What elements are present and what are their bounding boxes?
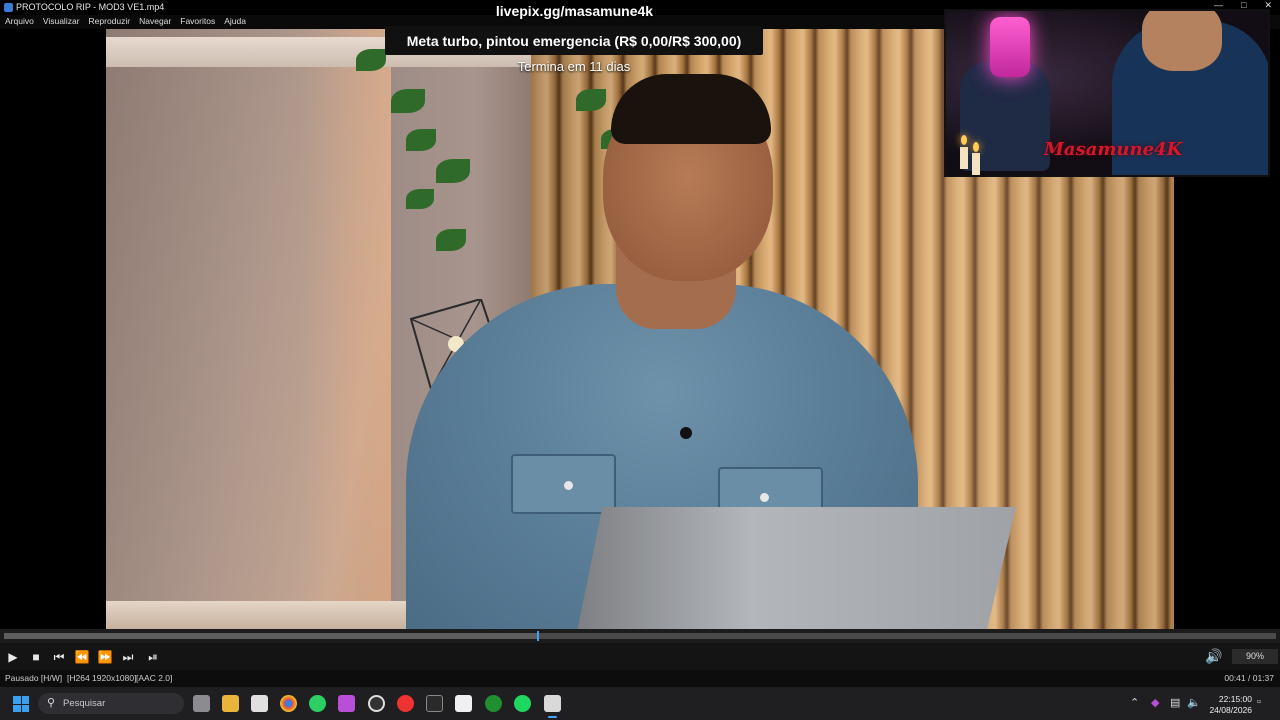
taskbar-search[interactable]: ⚲ Pesquisar bbox=[38, 693, 184, 714]
network-icon[interactable]: ▤ bbox=[1170, 696, 1180, 709]
start-tile bbox=[21, 704, 29, 712]
webcam-overlay: Masamune4K bbox=[944, 9, 1270, 177]
search-placeholder: Pesquisar bbox=[63, 698, 106, 709]
audio-codec-info: [AAC 2.0] bbox=[136, 673, 173, 683]
clock-date[interactable]: 24/08/2026 bbox=[1200, 705, 1252, 715]
seek-track[interactable] bbox=[4, 631, 1276, 641]
media-player-icon[interactable] bbox=[544, 695, 561, 718]
goal-banner: Meta turbo, pintou emergencia (R$ 0,00/R… bbox=[385, 26, 763, 55]
plant-leaf bbox=[406, 189, 434, 209]
xbox-icon[interactable] bbox=[485, 695, 502, 712]
start-tile bbox=[13, 704, 21, 712]
previous-icon[interactable]: ⏮ bbox=[50, 648, 68, 666]
status-bar: Pausado [H/W] [H264 1920x1080] [AAC 2.0]… bbox=[0, 670, 1280, 687]
plant-leaf bbox=[436, 159, 470, 183]
plant-leaf bbox=[356, 49, 386, 71]
play-icon[interactable]: ▶ bbox=[4, 648, 22, 666]
candle-flame bbox=[961, 135, 967, 145]
video-codec-info: [H264 1920x1080] bbox=[67, 673, 137, 683]
obs-icon[interactable] bbox=[368, 695, 385, 712]
spotify-icon[interactable] bbox=[514, 695, 531, 712]
volume-level[interactable]: 90% bbox=[1232, 649, 1278, 664]
window-app-icon[interactable] bbox=[455, 695, 472, 712]
seek-bar[interactable] bbox=[0, 629, 1280, 643]
presenter-hair bbox=[611, 74, 771, 144]
recorder-icon[interactable] bbox=[397, 695, 414, 712]
search-icon: ⚲ bbox=[47, 697, 56, 709]
shirt-button bbox=[760, 493, 769, 502]
notification-icon[interactable]: ▫ bbox=[1257, 696, 1261, 708]
plant-leaf bbox=[576, 89, 606, 111]
whatsapp-icon[interactable] bbox=[309, 695, 326, 712]
start-tile bbox=[21, 696, 29, 704]
goal-countdown: Termina em 11 dias bbox=[517, 59, 631, 74]
rewind-icon[interactable]: ⏪ bbox=[73, 648, 91, 666]
clock-time[interactable]: 22:15:00 bbox=[1206, 694, 1252, 704]
shelf-bottom bbox=[106, 601, 426, 629]
speaker-icon[interactable]: 🔈 bbox=[1187, 696, 1201, 709]
playback-status: Pausado [H/W] bbox=[5, 673, 63, 683]
candle bbox=[960, 147, 968, 169]
frame-step-icon[interactable]: ⏯ bbox=[144, 648, 162, 666]
taskbar: ⚲ Pesquisar ⌃ ◆ ▤ 🔈 22:15:00 24/08/2026 … bbox=[0, 687, 1280, 720]
seek-fill bbox=[4, 633, 539, 639]
candle-flame bbox=[973, 142, 979, 152]
fast-forward-icon[interactable]: ⏩ bbox=[96, 648, 114, 666]
store-icon[interactable] bbox=[251, 695, 268, 712]
goal-text: Meta turbo, pintou emergencia (R$ 0,00/R… bbox=[406, 32, 742, 49]
time-display: 00:41 / 01:37 bbox=[1224, 673, 1274, 683]
microphone bbox=[990, 17, 1030, 77]
stop-icon[interactable]: ■ bbox=[27, 648, 45, 666]
volume-icon[interactable]: 🔊 bbox=[1205, 648, 1223, 666]
lapel-mic bbox=[680, 427, 692, 439]
laptop bbox=[576, 507, 1016, 629]
shirt-button bbox=[564, 481, 573, 490]
streamer-logo: Masamune4K bbox=[1044, 139, 1183, 160]
plant-leaf bbox=[391, 89, 425, 113]
next-icon[interactable]: ⏭ bbox=[119, 648, 137, 666]
candle bbox=[972, 153, 980, 175]
task-view-icon[interactable] bbox=[193, 695, 210, 712]
file-explorer-icon[interactable] bbox=[222, 695, 239, 712]
start-icon[interactable] bbox=[13, 696, 29, 712]
chrome-icon[interactable] bbox=[280, 695, 297, 712]
phone-link-icon[interactable] bbox=[338, 695, 355, 712]
tray-app-icon[interactable]: ◆ bbox=[1151, 696, 1159, 709]
chevron-up-icon[interactable]: ⌃ bbox=[1130, 696, 1139, 709]
plant-leaf bbox=[436, 229, 466, 251]
plant-leaf bbox=[406, 129, 436, 151]
start-tile bbox=[13, 696, 21, 704]
streamer-face bbox=[1142, 11, 1222, 71]
terminal-icon[interactable] bbox=[426, 695, 443, 712]
playback-controls: ▶ ■ ⏮ ⏪ ⏩ ⏭ ⏯ 🔊 90% bbox=[0, 643, 1280, 670]
seek-thumb[interactable] bbox=[537, 631, 540, 641]
